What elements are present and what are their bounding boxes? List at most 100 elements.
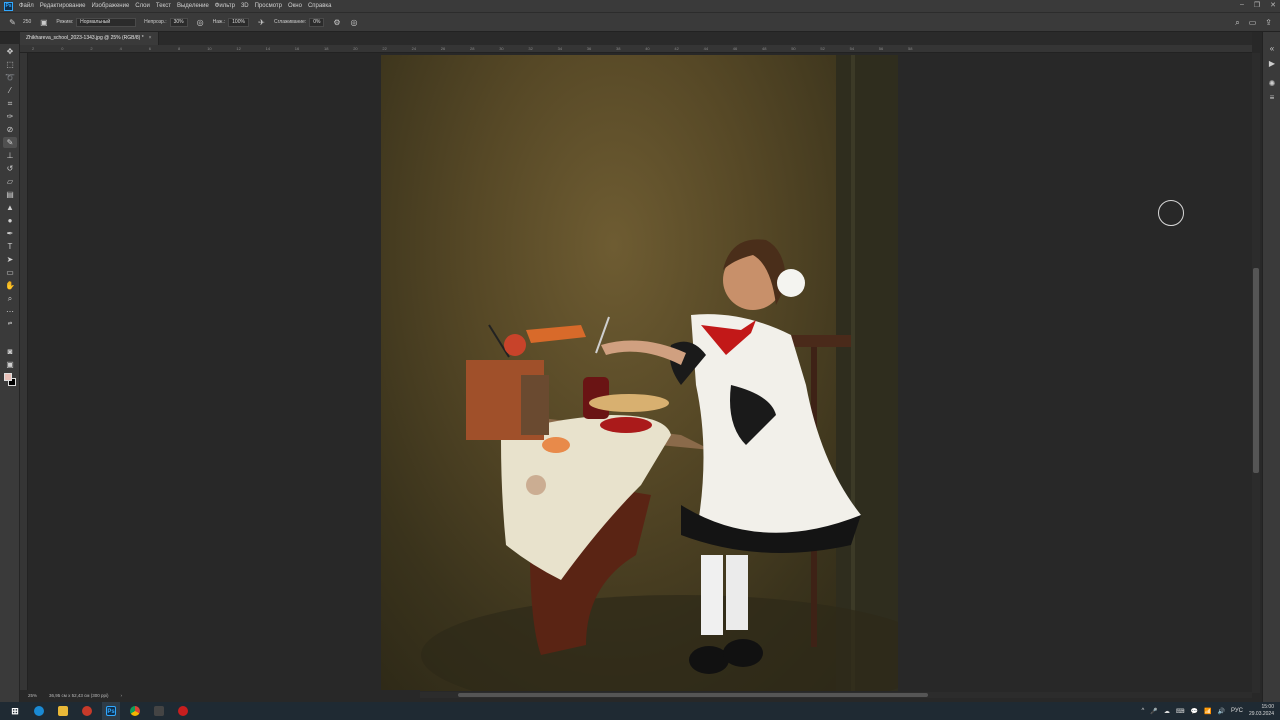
language-indicator[interactable]: РУС (1231, 708, 1243, 714)
close-icon[interactable]: ✕ (1270, 1, 1276, 9)
tab-close-icon[interactable]: × (149, 35, 152, 41)
menu-select[interactable]: Выделение (177, 3, 209, 9)
brush-tool-icon[interactable]: ✎ (3, 137, 17, 148)
menu-window[interactable]: Окно (288, 3, 302, 9)
horizontal-scroll-thumb[interactable] (458, 693, 928, 697)
right-panel-dock: « ▶ ✺ ≡ (1262, 32, 1280, 702)
marquee-tool-icon[interactable]: ⬚ (3, 59, 17, 70)
path-select-tool-icon[interactable]: ➤ (3, 254, 17, 265)
canvas-workspace[interactable] (28, 53, 1252, 693)
ruler-tick-label: 2 (90, 46, 93, 51)
gear-icon[interactable]: ⚙ (332, 18, 341, 27)
vertical-scroll-thumb[interactable] (1253, 268, 1259, 473)
taskbar-media[interactable] (150, 702, 168, 720)
share-icon[interactable]: ⇪ (1265, 18, 1272, 28)
dodge-tool-icon[interactable]: ● (3, 215, 17, 226)
system-tray: ^ 🎤 ☁ ⌨ 💬 📶 🔊 РУС 15:00 29.03.2024 (1142, 702, 1274, 720)
menu-help[interactable]: Справка (308, 3, 332, 9)
taskbar-photoshop[interactable]: Ps (102, 702, 120, 720)
properties-icon[interactable]: ≡ (1267, 93, 1277, 103)
taskbar-chrome[interactable] (126, 702, 144, 720)
more-tools-icon[interactable]: ⋯ (3, 306, 17, 317)
airbrush-icon[interactable]: ✈ (257, 18, 266, 27)
microphone-icon[interactable]: 🎤 (1150, 708, 1157, 715)
eyedropper-tool-icon[interactable]: ✑ (3, 111, 17, 122)
minimize-icon[interactable]: – (1240, 1, 1244, 9)
apple-slices (542, 437, 570, 453)
flow-field[interactable]: 100% (228, 17, 249, 27)
quick-select-tool-icon[interactable]: ⁄ (3, 85, 17, 96)
windows-logo-icon: ⊞ (10, 706, 20, 716)
rectangle-tool-icon[interactable]: ▭ (3, 267, 17, 278)
move-tool-icon[interactable]: ✥ (3, 46, 17, 57)
brush-size-preview[interactable]: 250 (23, 19, 31, 25)
volume-icon[interactable]: 🔊 (1217, 708, 1224, 715)
menu-file[interactable]: Файл (19, 3, 34, 9)
gradient-tool-icon[interactable]: ▤ (3, 189, 17, 200)
play-actions-icon[interactable]: ▶ (1267, 59, 1277, 69)
keyboard-icon[interactable]: ⌨ (1176, 708, 1185, 715)
restore-icon[interactable]: ❐ (1254, 1, 1260, 9)
smoothing-field[interactable]: 0% (309, 17, 325, 27)
menu-image[interactable]: Изображение (91, 3, 129, 9)
options-bar: ✎ 250 ▣ Режим: Нормальный Непрозр.: 30% … (0, 12, 1280, 32)
document-photo[interactable] (381, 55, 898, 691)
menu-3d[interactable]: 3D (241, 3, 249, 9)
taskbar-recorder[interactable] (174, 702, 192, 720)
folder-icon (58, 706, 68, 716)
curtain-fold (851, 55, 855, 691)
stamp-tool-icon[interactable]: ⊥ (3, 150, 17, 161)
ruler-tick-label: 8 (178, 46, 181, 51)
pressure-opacity-icon[interactable]: ◎ (196, 18, 205, 27)
menu-layers[interactable]: Слои (135, 3, 150, 9)
pressure-size-icon[interactable]: ◎ (349, 18, 358, 27)
foreground-color-swatch[interactable] (4, 373, 12, 381)
hand-tool-icon[interactable]: ✋ (3, 280, 17, 291)
quick-mask-icon[interactable]: ◙ (3, 346, 17, 357)
adjustments-icon[interactable]: ✺ (1267, 79, 1277, 89)
tray-overflow-icon[interactable]: ^ (1142, 708, 1145, 714)
swap-colors-icon[interactable]: ⇄ (3, 319, 17, 330)
menu-filter[interactable]: Фильтр (215, 3, 235, 9)
brush-settings-icon[interactable]: ▣ (39, 18, 48, 27)
taskbar-edge[interactable] (30, 702, 48, 720)
healing-tool-icon[interactable]: ⊘ (3, 124, 17, 135)
type-tool-icon[interactable]: T (3, 241, 17, 252)
document-tab[interactable]: Zhikhareva_school_2023-1343.jpg @ 25% (R… (20, 32, 159, 45)
document-tab-title: Zhikhareva_school_2023-1343.jpg @ 25% (R… (26, 35, 144, 41)
menu-view[interactable]: Просмотр (255, 3, 282, 9)
taskbar-explorer[interactable] (54, 702, 72, 720)
ruler-tick-label: 22 (382, 46, 387, 51)
status-arrow[interactable]: › (121, 690, 123, 702)
chat-icon[interactable]: 💬 (1191, 708, 1198, 715)
pen-tool-icon[interactable]: ✒ (3, 228, 17, 239)
clock[interactable]: 15:00 29.03.2024 (1249, 704, 1274, 718)
opacity-field[interactable]: 30% (169, 17, 188, 27)
network-icon[interactable]: 📶 (1204, 708, 1211, 715)
zoom-tool-icon[interactable]: ⌕ (3, 293, 17, 304)
cloud-icon[interactable]: ☁ (1164, 708, 1170, 715)
ruler-tick-label: 34 (557, 46, 563, 51)
collapse-panels-icon[interactable]: « (1267, 44, 1277, 54)
blur-tool-icon[interactable]: ▲ (3, 202, 17, 213)
screen-mode-icon[interactable]: ▣ (3, 359, 17, 370)
workspace-icon[interactable]: ▭ (1249, 18, 1257, 28)
ruler-tick-label: 44 (703, 46, 709, 51)
search-icon[interactable]: ⌕ (1235, 18, 1239, 28)
curtain (836, 55, 898, 691)
menu-type[interactable]: Текст (156, 3, 171, 9)
crop-tool-icon[interactable]: ⌗ (3, 98, 17, 109)
clock-time: 15:00 (1261, 704, 1274, 710)
vertical-scrollbar[interactable] (1252, 53, 1260, 693)
history-brush-tool-icon[interactable]: ↺ (3, 163, 17, 174)
brush-tool-icon[interactable]: ✎ (8, 18, 17, 27)
zoom-level[interactable]: 25% (28, 690, 37, 702)
smoothing-label: Сглаживание: (273, 19, 307, 25)
mode-select[interactable]: Нормальный (76, 17, 137, 27)
vertical-ruler (20, 53, 28, 693)
menu-edit[interactable]: Редактирование (40, 3, 86, 9)
start-button[interactable]: ⊞ (6, 702, 24, 720)
eraser-tool-icon[interactable]: ▱ (3, 176, 17, 187)
lasso-tool-icon[interactable]: ➰ (3, 72, 17, 83)
taskbar-app-red[interactable] (78, 702, 96, 720)
